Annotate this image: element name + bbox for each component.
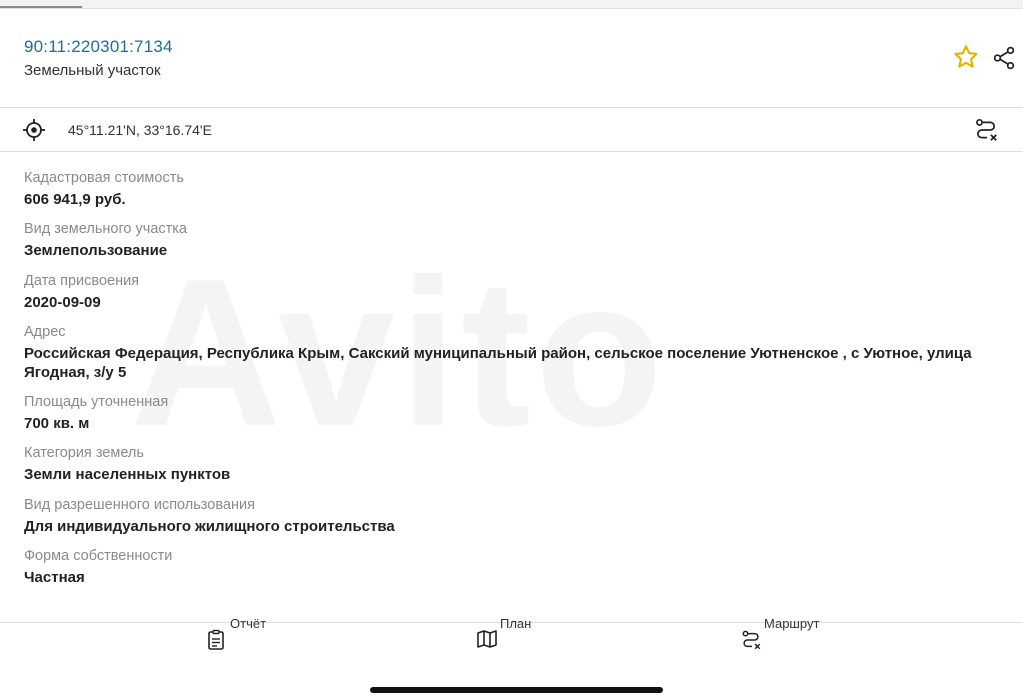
- route-icon[interactable]: [973, 117, 999, 143]
- report-icon: [208, 629, 224, 650]
- coordinates-text: 45°11.21'N, 33°16.74'E: [68, 122, 212, 138]
- object-type: Земельный участок: [24, 62, 161, 79]
- field-land-category: Категория земель Земли населенных пункто…: [24, 444, 999, 484]
- field-label: Вид разрешенного использования: [24, 497, 255, 513]
- field-label: Площадь уточненная: [24, 394, 169, 410]
- field-address: Адрес Российская Федерация, Республика К…: [24, 323, 999, 382]
- share-icon: [993, 46, 1015, 70]
- field-value: 2020-09-09: [24, 294, 101, 311]
- field-value: 700 кв. м: [24, 415, 90, 432]
- field-area: Площадь уточненная 700 кв. м: [24, 393, 999, 433]
- tab-label: Маршрут: [764, 616, 820, 631]
- field-value: Российская Федерация, Республика Крым, С…: [24, 345, 972, 381]
- field-label: Кадастровая стоимость: [24, 170, 184, 186]
- field-label: Форма собственности: [24, 548, 173, 564]
- cadastral-number[interactable]: 90:11:220301:7134: [24, 37, 173, 57]
- favorite-button[interactable]: [952, 43, 980, 71]
- tab-report[interactable]: Отчёт: [200, 616, 280, 663]
- share-button[interactable]: [990, 45, 1018, 71]
- tab-label: Отчёт: [230, 616, 267, 631]
- field-label: Адрес: [24, 324, 66, 340]
- parcel-details[interactable]: Avito Кадастровая стоимость 606 941,9 ру…: [0, 152, 1023, 622]
- field-permitted-use: Вид разрешенного использования Для индив…: [24, 496, 999, 536]
- tab-plan[interactable]: План: [474, 616, 554, 663]
- field-land-type: Вид земельного участка Землепользование: [24, 220, 999, 260]
- field-label: Дата присвоения: [24, 273, 140, 289]
- field-label: Вид земельного участка: [24, 221, 187, 237]
- field-value: Землепользование: [24, 242, 168, 259]
- coordinates-bar: 45°11.21'N, 33°16.74'E: [0, 108, 1023, 152]
- map-icon: [477, 630, 497, 648]
- top-strip: [0, 0, 1023, 9]
- field-value: Для индивидуального жилищного строительс…: [24, 518, 395, 535]
- route-icon: [742, 630, 761, 650]
- field-value: 606 941,9 руб.: [24, 191, 126, 208]
- parcel-header: 90:11:220301:7134 Земельный участок: [0, 9, 1023, 108]
- field-assign-date: Дата присвоения 2020-09-09: [24, 272, 999, 312]
- crosshair-icon[interactable]: [22, 118, 46, 142]
- star-icon: [954, 45, 978, 68]
- field-value: Частная: [24, 569, 85, 586]
- tab-route[interactable]: Маршрут: [738, 616, 838, 663]
- top-divider: [0, 6, 82, 8]
- tab-label: План: [500, 616, 532, 631]
- field-value: Земли населенных пунктов: [24, 466, 231, 483]
- bottom-tab-bar: Отчёт План Маршрут: [0, 616, 1023, 699]
- field-ownership: Форма собственности Частная: [24, 547, 999, 587]
- field-label: Категория земель: [24, 445, 144, 461]
- field-cadastral-value: Кадастровая стоимость 606 941,9 руб.: [24, 169, 999, 209]
- home-indicator[interactable]: [370, 687, 663, 693]
